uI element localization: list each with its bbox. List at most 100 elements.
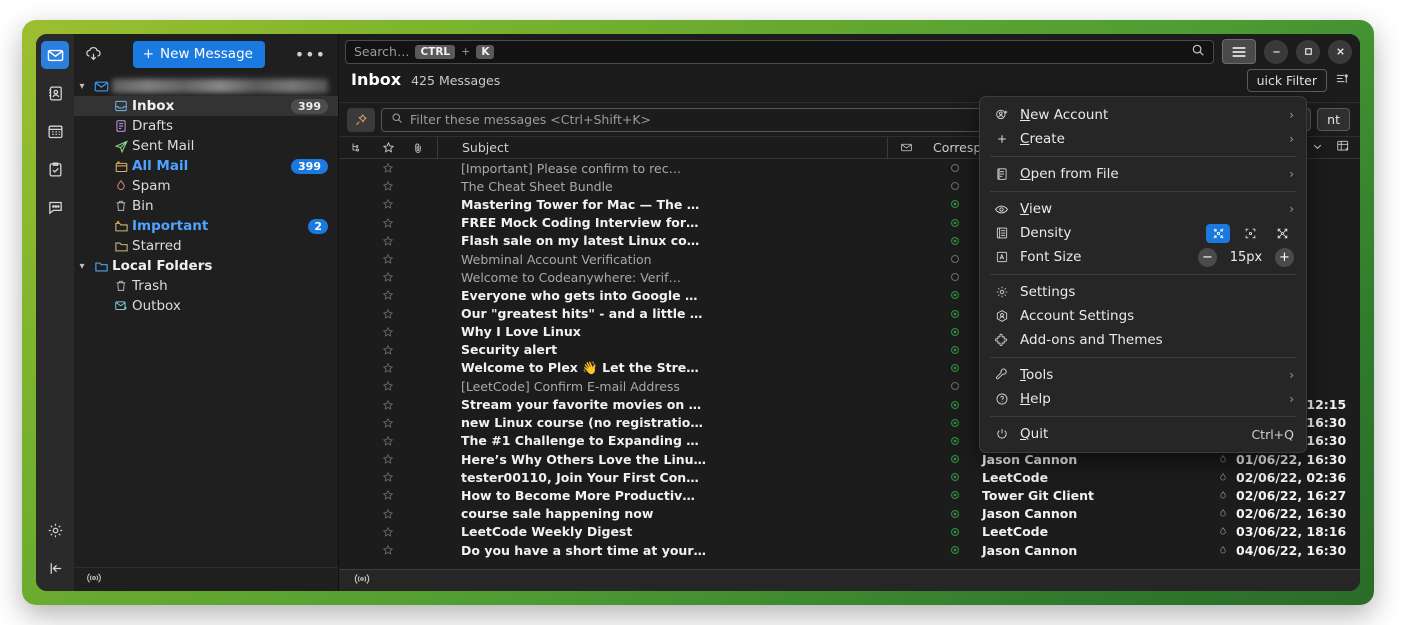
- rail-item-tasks[interactable]: [41, 155, 69, 183]
- read-status-dot[interactable]: [936, 528, 974, 536]
- read-status-dot[interactable]: [936, 546, 974, 554]
- read-status-icon[interactable]: [887, 137, 925, 159]
- message-row[interactable]: LeetCode Weekly DigestLeetCode03/06/22, …: [339, 523, 1360, 541]
- read-status-dot[interactable]: [936, 219, 974, 227]
- folder-pane-more-button[interactable]: •••: [295, 45, 328, 64]
- message-row[interactable]: How to Become More Productiv…Tower Git C…: [339, 486, 1360, 504]
- star-icon[interactable]: [373, 435, 403, 447]
- star-icon[interactable]: [373, 489, 403, 501]
- account-row[interactable]: ▾: [74, 76, 338, 96]
- read-status-dot[interactable]: [936, 455, 974, 463]
- message-row[interactable]: tester00110, Join Your First Con…LeetCod…: [339, 468, 1360, 486]
- gear-icon[interactable]: [41, 516, 69, 544]
- read-status-dot[interactable]: [936, 364, 974, 372]
- quick-filter-button[interactable]: uick Filter: [1247, 69, 1327, 92]
- folder-item-inbox[interactable]: Inbox399: [74, 96, 338, 116]
- message-row[interactable]: course sale happening nowJason Cannon02/…: [339, 505, 1360, 523]
- menu-item-font-size[interactable]: Font Size−15px+: [980, 245, 1306, 269]
- density-option-normal[interactable]: [1238, 224, 1262, 243]
- star-icon[interactable]: [373, 137, 403, 159]
- folder-item-all-mail[interactable]: All Mail399: [74, 156, 338, 176]
- folder-item-drafts[interactable]: Drafts: [74, 116, 338, 136]
- star-icon[interactable]: [373, 180, 403, 192]
- read-status-dot[interactable]: [936, 419, 974, 427]
- folder-item-important[interactable]: Important2: [74, 216, 338, 236]
- chevron-down-icon[interactable]: ▾: [74, 261, 90, 272]
- menu-item-account-settings[interactable]: Account Settings: [980, 304, 1306, 328]
- star-icon[interactable]: [373, 162, 403, 174]
- folder-item-starred[interactable]: Starred: [74, 236, 338, 256]
- read-status-dot[interactable]: [936, 346, 974, 354]
- select-columns-icon[interactable]: [1336, 139, 1350, 156]
- collapse-pane-icon[interactable]: [41, 554, 69, 582]
- folder-item-spam[interactable]: Spam: [74, 176, 338, 196]
- star-icon[interactable]: [373, 417, 403, 429]
- read-status-dot[interactable]: [936, 437, 974, 445]
- thread-icon[interactable]: [339, 137, 373, 159]
- new-message-button[interactable]: + New Message: [133, 41, 265, 68]
- maximize-button[interactable]: [1296, 40, 1320, 64]
- star-icon[interactable]: [373, 308, 403, 320]
- font-size-increase-button[interactable]: +: [1275, 248, 1294, 267]
- folder-item-trash[interactable]: Trash: [74, 276, 338, 296]
- hamburger-menu-icon[interactable]: [1222, 39, 1256, 64]
- menu-item-density[interactable]: Density: [980, 221, 1306, 245]
- app-menu-popup[interactable]: New Account›Create›Open from File›View›D…: [979, 96, 1307, 453]
- star-icon[interactable]: [373, 544, 403, 556]
- star-icon[interactable]: [373, 253, 403, 265]
- pin-filter-button[interactable]: [347, 108, 375, 132]
- read-status-dot[interactable]: [936, 237, 974, 245]
- read-status-dot[interactable]: [936, 164, 974, 172]
- folder-item-local-folders[interactable]: ▾Local Folders: [74, 256, 338, 276]
- get-messages-icon[interactable]: [84, 45, 103, 64]
- read-status-dot[interactable]: [936, 401, 974, 409]
- paperclip-icon[interactable]: [403, 137, 433, 159]
- star-icon[interactable]: [373, 471, 403, 483]
- global-search-input[interactable]: Search… CTRL + K: [345, 40, 1214, 64]
- rail-item-chat[interactable]: [41, 193, 69, 221]
- search-icon[interactable]: [1191, 43, 1205, 60]
- menu-item-tools[interactable]: Tools›: [980, 363, 1306, 387]
- rail-item-address-book[interactable]: [41, 79, 69, 107]
- read-status-dot[interactable]: [936, 273, 974, 281]
- read-status-dot[interactable]: [936, 291, 974, 299]
- filter-attachment-button[interactable]: nt: [1317, 108, 1350, 131]
- read-status-dot[interactable]: [936, 328, 974, 336]
- read-status-dot[interactable]: [936, 200, 974, 208]
- star-icon[interactable]: [373, 289, 403, 301]
- star-icon[interactable]: [373, 380, 403, 392]
- star-icon[interactable]: [373, 526, 403, 538]
- read-status-dot[interactable]: [936, 310, 974, 318]
- read-status-dot[interactable]: [936, 382, 974, 390]
- star-icon[interactable]: [373, 399, 403, 411]
- star-icon[interactable]: [373, 326, 403, 338]
- close-button[interactable]: [1328, 40, 1352, 64]
- font-size-decrease-button[interactable]: −: [1198, 248, 1217, 267]
- read-status-dot[interactable]: [936, 510, 974, 518]
- menu-item-new-account[interactable]: New Account›: [980, 103, 1306, 127]
- star-icon[interactable]: [373, 217, 403, 229]
- star-icon[interactable]: [373, 453, 403, 465]
- density-option-relaxed[interactable]: [1270, 224, 1294, 243]
- read-status-dot[interactable]: [936, 491, 974, 499]
- star-icon[interactable]: [373, 508, 403, 520]
- star-icon[interactable]: [373, 344, 403, 356]
- star-icon[interactable]: [373, 271, 403, 283]
- menu-item-view[interactable]: View›: [980, 197, 1306, 221]
- star-icon[interactable]: [373, 235, 403, 247]
- menu-item-quit[interactable]: QuitCtrl+Q: [980, 422, 1306, 446]
- read-status-dot[interactable]: [936, 182, 974, 190]
- read-status-dot[interactable]: [936, 473, 974, 481]
- folder-item-outbox[interactable]: Outbox: [74, 296, 338, 316]
- column-options-icon[interactable]: [1335, 71, 1350, 90]
- rail-item-mail[interactable]: [41, 41, 69, 69]
- star-icon[interactable]: [373, 198, 403, 210]
- density-option-compact[interactable]: [1206, 224, 1230, 243]
- menu-item-add-ons-and-themes[interactable]: Add-ons and Themes: [980, 328, 1306, 352]
- rail-item-calendar[interactable]: [41, 117, 69, 145]
- message-row[interactable]: Do you have a short time at your…Jason C…: [339, 541, 1360, 559]
- folder-item-sent-mail[interactable]: Sent Mail: [74, 136, 338, 156]
- star-icon[interactable]: [373, 362, 403, 374]
- menu-item-open-from-file[interactable]: Open from File›: [980, 162, 1306, 186]
- chevron-down-icon[interactable]: [1311, 140, 1324, 156]
